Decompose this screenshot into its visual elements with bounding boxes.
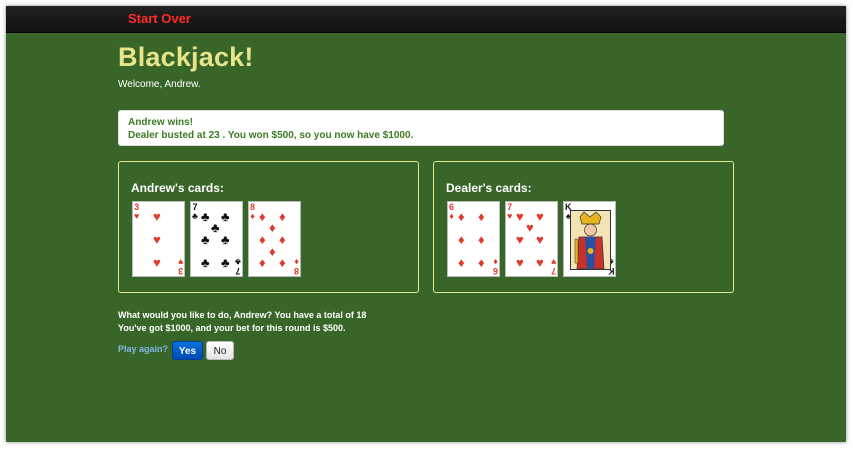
- hearts-icon: ♥: [526, 220, 534, 235]
- clubs-icon: ♣: [201, 232, 210, 247]
- clubs-icon: ♣: [201, 209, 210, 224]
- play-again-label: Play again?: [118, 344, 169, 354]
- hearts-icon: ♥: [536, 209, 544, 224]
- diamonds-icon: ♦: [259, 255, 266, 270]
- player-card-2: 7 ♣ 7 ♣ ♣ ♣ ♣ ♣ ♣ ♣ ♣: [190, 201, 243, 277]
- clubs-icon: ♣: [201, 255, 210, 270]
- dealer-cards-panel: Dealer's cards: 6 ♦ 6 ♦ ♦ ♦ ♦ ♦ ♦ ♦ 7 ♥ 7 ♥ ♥ ♥ ♥ ♥ ♥ ♥ ♥ K…: [433, 161, 734, 293]
- diamonds-icon: ♦: [478, 209, 485, 224]
- clubs-icon: ♣: [235, 257, 241, 267]
- card-corner-top: 7 ♣: [192, 203, 198, 221]
- page-title: Blackjack!: [118, 42, 254, 72]
- card-rank: 3: [177, 266, 183, 276]
- card-corner-bottom: 6 ♦: [492, 257, 498, 276]
- player-card-1: 3 ♥ 3 ♥ ♥ ♥ ♥: [132, 201, 185, 277]
- card-corner-bottom: 3 ♥: [177, 257, 183, 276]
- hearts-icon: ♥: [153, 232, 161, 247]
- hearts-icon: ♥: [516, 255, 524, 270]
- welcome-text: Welcome, Andrew.: [118, 79, 201, 90]
- player-cards-label: Andrew's cards:: [131, 181, 224, 195]
- clubs-icon: ♣: [221, 209, 230, 224]
- no-button[interactable]: No: [206, 341, 234, 360]
- hearts-icon: ♥: [516, 232, 524, 247]
- diamonds-icon: ♦: [458, 255, 465, 270]
- card-corner-top: 7 ♥: [507, 203, 512, 221]
- card-rank: 6: [492, 266, 498, 276]
- diamonds-icon: ♦: [279, 232, 286, 247]
- hearts-icon: ♥: [507, 211, 513, 221]
- hearts-icon: ♥: [177, 257, 183, 267]
- diamonds-icon: ♦: [458, 232, 465, 247]
- diamonds-icon: ♦: [458, 209, 465, 224]
- clubs-icon: ♣: [211, 220, 220, 235]
- diamonds-icon: ♦: [478, 232, 485, 247]
- status-total-line: What would you like to do, Andrew? You h…: [118, 310, 367, 320]
- diamonds-icon: ♦: [279, 255, 286, 270]
- card-corner-bottom: 7 ♣: [235, 257, 241, 276]
- dealer-cards-label: Dealer's cards:: [446, 181, 532, 195]
- card-rank: 8: [293, 266, 299, 276]
- card-rank: 7: [235, 266, 241, 276]
- hearts-icon: ♥: [550, 257, 556, 267]
- card-corner-top: 3 ♥: [134, 203, 139, 221]
- king-face-icon: [570, 210, 611, 270]
- result-headline: Andrew wins!: [128, 117, 194, 128]
- diamonds-icon: ♦: [493, 257, 498, 267]
- dealer-card-2: 7 ♥ 7 ♥ ♥ ♥ ♥ ♥ ♥ ♥ ♥: [505, 201, 558, 277]
- card-corner-bottom: 7 ♥: [550, 257, 556, 276]
- result-detail: Dealer busted at 23 . You won $500, so y…: [128, 130, 414, 141]
- app-window: Start Over Blackjack! Welcome, Andrew. A…: [6, 6, 846, 442]
- player-card-3: 8 ♦ 8 ♦ ♦ ♦ ♦ ♦ ♦ ♦ ♦ ♦: [248, 201, 301, 277]
- diamonds-icon: ♦: [478, 255, 485, 270]
- hearts-icon: ♥: [536, 255, 544, 270]
- diamonds-icon: ♦: [449, 211, 454, 221]
- hearts-icon: ♥: [153, 209, 161, 224]
- navbar: Start Over: [6, 6, 846, 33]
- status-bet-line: You've got $1000, and your bet for this …: [118, 323, 346, 333]
- player-cards-panel: Andrew's cards: 3 ♥ 3 ♥ ♥ ♥ ♥ 7 ♣ 7 ♣ ♣ ♣ ♣ ♣ ♣ ♣ ♣ 8 ♦ 8 ♦…: [118, 161, 419, 293]
- diamonds-icon: ♦: [294, 257, 299, 267]
- result-alert: Andrew wins! Dealer busted at 23 . You w…: [118, 110, 724, 146]
- game-status: What would you like to do, Andrew? You h…: [118, 309, 366, 335]
- dealer-card-1: 6 ♦ 6 ♦ ♦ ♦ ♦ ♦ ♦ ♦: [447, 201, 500, 277]
- diamonds-icon: ♦: [259, 209, 266, 224]
- hearts-icon: ♥: [516, 209, 524, 224]
- diamonds-icon: ♦: [269, 220, 276, 235]
- diamonds-icon: ♦: [269, 244, 276, 259]
- card-rank: 7: [550, 266, 556, 276]
- diamonds-icon: ♦: [250, 211, 255, 221]
- clubs-icon: ♣: [192, 211, 198, 221]
- card-corner-top: 6 ♦: [449, 203, 454, 221]
- hearts-icon: ♥: [153, 255, 161, 270]
- card-corner-top: 8 ♦: [250, 203, 255, 221]
- diamonds-icon: ♦: [279, 209, 286, 224]
- clubs-icon: ♣: [221, 255, 230, 270]
- dealer-card-3: K ♠ K ♠: [563, 201, 616, 277]
- clubs-icon: ♣: [221, 232, 230, 247]
- hearts-icon: ♥: [536, 232, 544, 247]
- hearts-icon: ♥: [134, 211, 140, 221]
- yes-button[interactable]: Yes: [172, 341, 203, 360]
- card-corner-bottom: 8 ♦: [293, 257, 299, 276]
- diamonds-icon: ♦: [259, 232, 266, 247]
- start-over-link[interactable]: Start Over: [128, 11, 191, 26]
